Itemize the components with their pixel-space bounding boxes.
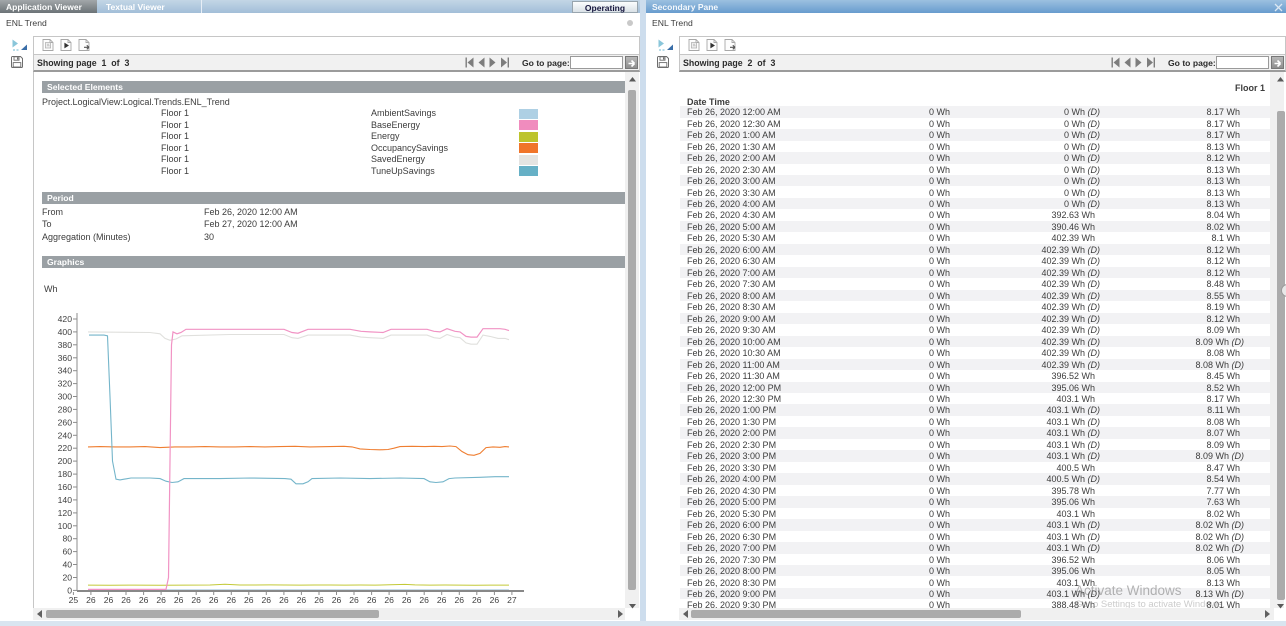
svg-text:27: 27	[507, 595, 517, 605]
svg-text:26: 26	[209, 595, 219, 605]
svg-text:26: 26	[139, 595, 149, 605]
svg-text:26: 26	[121, 595, 131, 605]
svg-text:26: 26	[455, 595, 465, 605]
svg-text:26: 26	[402, 595, 412, 605]
svg-text:26: 26	[86, 595, 96, 605]
svg-text:26: 26	[297, 595, 307, 605]
svg-text:180: 180	[58, 469, 73, 479]
svg-text:26: 26	[174, 595, 184, 605]
svg-text:26: 26	[419, 595, 429, 605]
svg-text:260: 260	[58, 417, 73, 427]
svg-text:100: 100	[58, 521, 73, 531]
svg-text:26: 26	[104, 595, 114, 605]
svg-text:26: 26	[156, 595, 166, 605]
svg-text:300: 300	[58, 392, 73, 402]
svg-text:400: 400	[58, 327, 73, 337]
svg-text:40: 40	[62, 560, 72, 570]
svg-text:0: 0	[67, 585, 72, 595]
svg-text:80: 80	[62, 534, 72, 544]
svg-text:220: 220	[58, 443, 73, 453]
svg-text:26: 26	[191, 595, 201, 605]
svg-text:60: 60	[62, 547, 72, 557]
svg-text:26: 26	[279, 595, 289, 605]
svg-text:26: 26	[490, 595, 500, 605]
svg-text:26: 26	[262, 595, 272, 605]
svg-text:26: 26	[384, 595, 394, 605]
svg-text:240: 240	[58, 430, 73, 440]
svg-text:26: 26	[314, 595, 324, 605]
svg-text:26: 26	[349, 595, 359, 605]
svg-text:26: 26	[367, 595, 377, 605]
svg-text:120: 120	[58, 508, 73, 518]
svg-text:26: 26	[332, 595, 342, 605]
svg-text:160: 160	[58, 482, 73, 492]
svg-text:25: 25	[69, 595, 79, 605]
svg-text:420: 420	[58, 314, 73, 324]
svg-text:380: 380	[58, 340, 73, 350]
svg-text:20: 20	[62, 573, 72, 583]
svg-text:360: 360	[58, 353, 73, 363]
svg-text:26: 26	[437, 595, 447, 605]
svg-text:200: 200	[58, 456, 73, 466]
svg-text:280: 280	[58, 404, 73, 414]
svg-text:26: 26	[244, 595, 254, 605]
svg-text:140: 140	[58, 495, 73, 505]
svg-text:26: 26	[227, 595, 237, 605]
svg-text:26: 26	[472, 595, 482, 605]
svg-text:340: 340	[58, 366, 73, 376]
svg-text:320: 320	[58, 379, 73, 389]
